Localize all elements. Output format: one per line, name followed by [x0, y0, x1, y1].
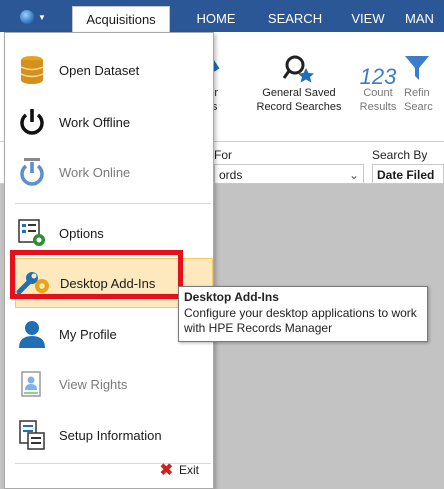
menu-item-label: My Profile — [59, 326, 117, 342]
tooltip: Desktop Add-Ins Configure your desktop a… — [178, 286, 428, 342]
menu-item-label: Options — [59, 225, 104, 241]
count-results-button[interactable]: 123 Count Results — [358, 46, 398, 114]
chevron-down-icon: ⌄ — [348, 168, 359, 182]
application-menu-button[interactable]: ▼ — [6, 5, 60, 29]
tab-manage[interactable]: MAN — [405, 6, 444, 32]
tab-view[interactable]: VIEW — [344, 6, 392, 32]
tab-home[interactable]: HOME — [186, 6, 246, 32]
setup-info-icon — [15, 418, 49, 452]
search-short-label: Searc — [404, 101, 433, 113]
menu-item-label: Desktop Add-Ins — [60, 275, 156, 291]
application-menu: Open Dataset Work Offline Work Online Op… — [4, 32, 214, 489]
options-icon — [15, 216, 49, 250]
power-icon — [15, 105, 49, 139]
records-type-select[interactable]: ords ⌄ — [214, 164, 364, 184]
exit-label: Exit — [178, 463, 199, 477]
close-icon: ✖ — [159, 462, 173, 479]
tab-acquisitions[interactable]: Acquisitions — [72, 6, 170, 32]
menu-item-label: View Rights — [59, 376, 128, 392]
menu-item-label: Setup Information — [59, 427, 162, 443]
exit-button[interactable]: ✖ Exit — [160, 460, 199, 480]
database-icon — [15, 53, 49, 87]
menu-separator — [15, 203, 211, 204]
search-by-label: Search By — [372, 148, 428, 162]
saved-search-star-icon — [250, 46, 348, 84]
user-icon — [15, 317, 49, 351]
tooltip-title: Desktop Add-Ins — [184, 290, 279, 304]
records-type-value: ords — [219, 168, 243, 182]
menu-item-work-online[interactable]: Work Online — [15, 147, 213, 197]
ribbon-tab-bar: ▼ Acquisitions HOME SEARCH VIEW MAN — [0, 0, 444, 32]
general-saved-label: General Saved — [262, 87, 336, 99]
results-label: Results — [359, 101, 397, 113]
menu-item-label: Work Online — [59, 164, 131, 180]
count-icon: 123 — [359, 64, 397, 89]
menu-item-work-offline[interactable]: Work Offline — [15, 97, 213, 147]
menu-item-options[interactable]: Options — [15, 208, 213, 258]
menu-item-label: Open Dataset — [59, 62, 140, 78]
count-label: Count — [363, 87, 393, 99]
search-by-select[interactable]: Date Filed — [372, 164, 444, 184]
refine-label: Refin — [404, 87, 430, 99]
general-saved-searches-button[interactable]: General Saved Record Searches — [250, 46, 348, 114]
tab-search[interactable]: SEARCH — [260, 6, 330, 32]
record-searches-label: Record Searches — [256, 101, 342, 113]
filter-icon — [404, 46, 444, 84]
tooltip-body: Configure your desktop applications to w… — [184, 306, 417, 335]
app-orb-icon — [20, 10, 35, 24]
menu-item-view-rights[interactable]: View Rights — [15, 359, 213, 409]
menu-item-setup-information[interactable]: Setup Information — [15, 410, 213, 460]
for-label: For — [214, 148, 232, 162]
wrench-gear-icon — [16, 266, 50, 300]
power-online-icon — [15, 155, 49, 189]
menu-item-open-dataset[interactable]: Open Dataset — [15, 45, 213, 95]
chevron-down-icon: ▼ — [38, 12, 46, 22]
rights-icon — [15, 367, 49, 401]
menu-item-label: Work Offline — [59, 114, 131, 130]
refine-search-button[interactable]: Refin Searc — [404, 46, 444, 114]
